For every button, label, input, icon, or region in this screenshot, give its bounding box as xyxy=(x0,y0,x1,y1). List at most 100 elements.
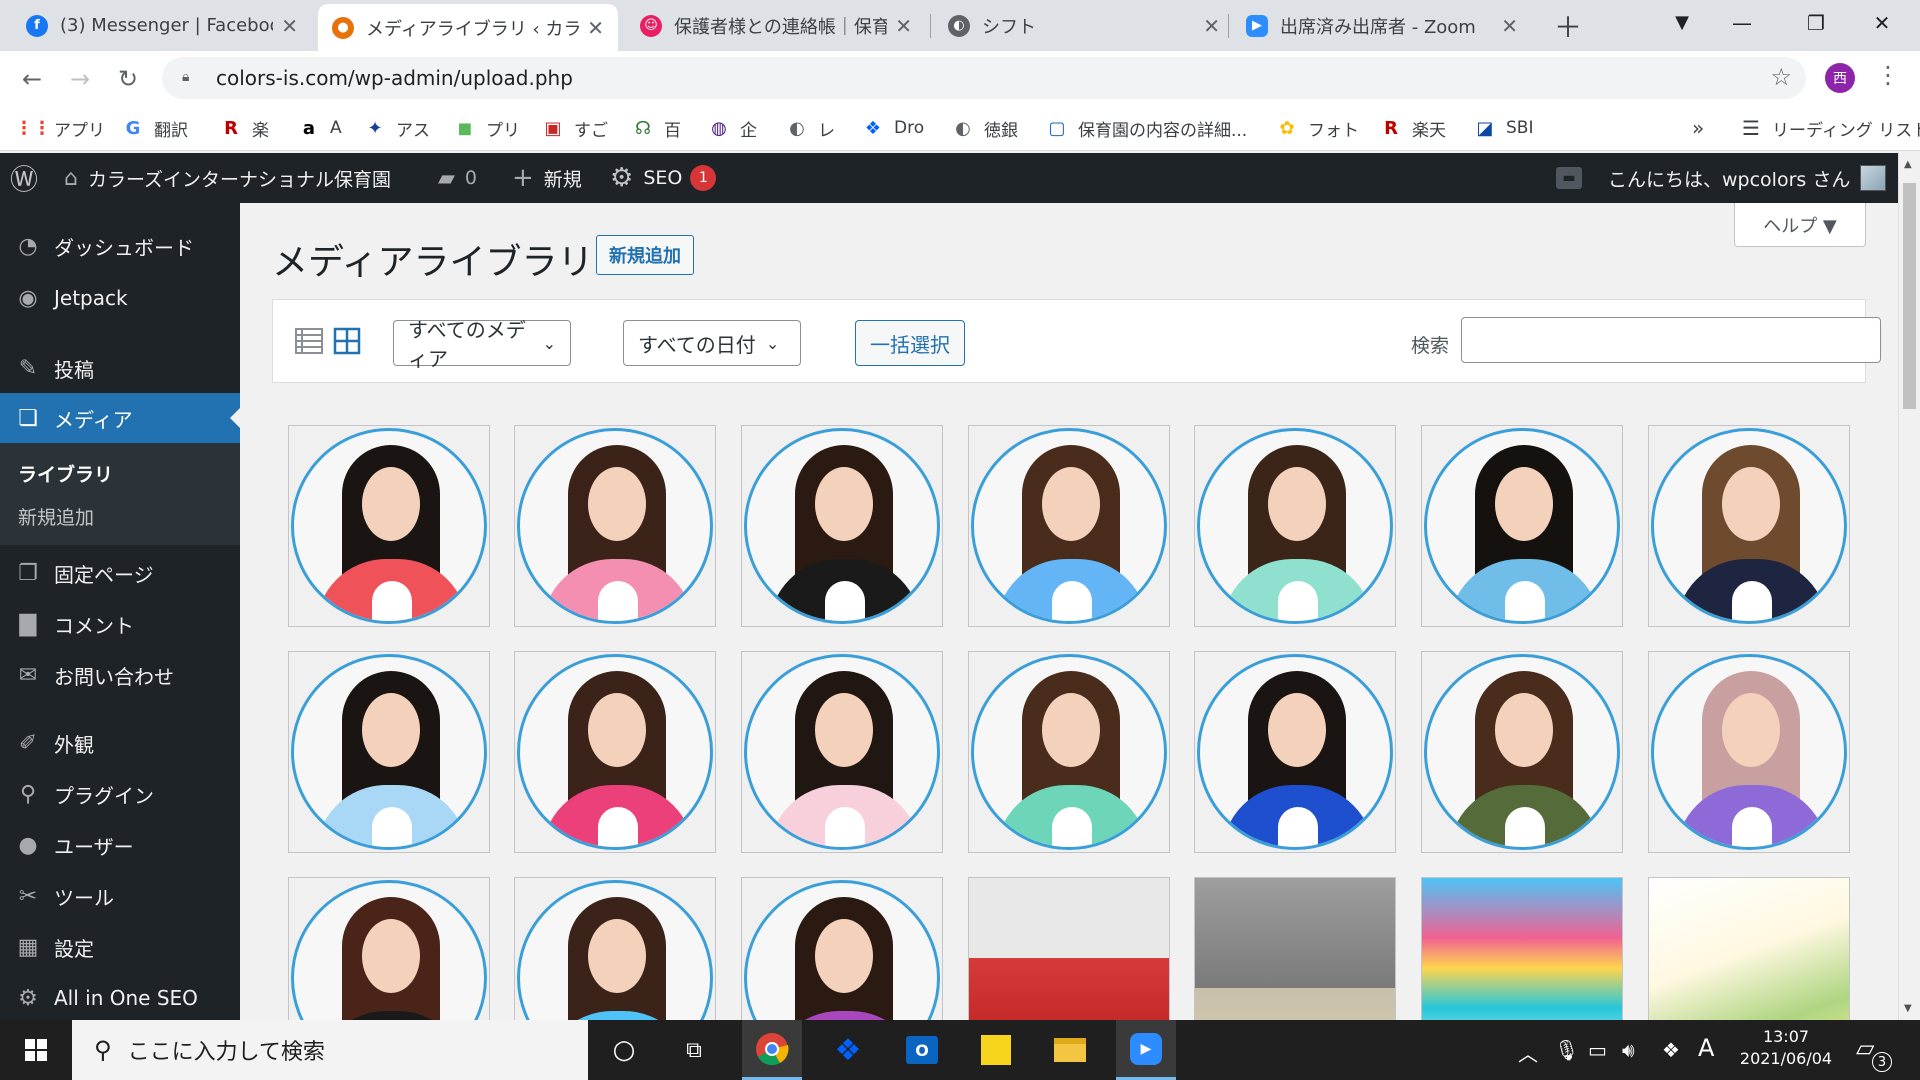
comments-link[interactable]: ▰ 0 xyxy=(438,153,477,203)
bulk-select-button[interactable]: 一括選択 xyxy=(855,320,965,366)
media-thumbnail-photo[interactable] xyxy=(1421,877,1623,1020)
sidebar-item-mail[interactable]: ✉ お問い合わせ xyxy=(0,650,240,700)
media-thumbnail-portrait[interactable] xyxy=(741,425,943,627)
start-button[interactable] xyxy=(0,1020,72,1080)
tab-media-library[interactable]: ● メディアライブラリ ‹ カラーズインタ ✕ xyxy=(318,4,618,51)
media-thumbnail-portrait[interactable] xyxy=(1648,651,1850,853)
task-view-button[interactable]: ⧉ xyxy=(664,1020,724,1080)
bookmark-item[interactable]: ❖ Dro xyxy=(862,113,924,143)
media-thumbnail-portrait[interactable] xyxy=(1421,425,1623,627)
my-account-link[interactable]: こんにちは、wpcolors さん xyxy=(1608,153,1887,203)
sidebar-item-media[interactable]: ❏ メディア xyxy=(0,393,240,443)
media-thumbnail-portrait[interactable] xyxy=(288,425,490,627)
media-thumbnail-photo[interactable] xyxy=(1194,877,1396,1020)
bookmark-item[interactable]: ◼ プリ xyxy=(454,113,520,143)
volume-icon[interactable]: 🔊︎ xyxy=(1622,1038,1635,1062)
bookmarks-more-button[interactable]: » xyxy=(1692,113,1704,143)
bookmark-item[interactable]: aA xyxy=(298,113,342,143)
bookmark-item[interactable]: ▣ すご xyxy=(542,113,608,143)
battery-icon[interactable]: ▭ xyxy=(1588,1038,1607,1062)
reading-list-button[interactable]: ☰ リーディング リスト xyxy=(1740,113,1920,143)
media-search-input[interactable] xyxy=(1461,317,1881,363)
submenu-add-new[interactable]: 新規追加 xyxy=(18,503,94,530)
bookmark-item[interactable]: ◍ 企 xyxy=(708,113,757,143)
explorer-taskbar-icon[interactable] xyxy=(1040,1020,1100,1080)
bookmark-item[interactable]: ▢ 保育園の内容の詳細... xyxy=(1046,113,1247,143)
bookmark-item[interactable]: ☊ 百 xyxy=(632,113,681,143)
new-content-link[interactable]: + 新規 xyxy=(512,153,582,203)
outlook-taskbar-icon[interactable]: O xyxy=(892,1020,952,1080)
media-thumbnail-portrait[interactable] xyxy=(1194,425,1396,627)
cortana-button[interactable]: ○ xyxy=(594,1020,654,1080)
sidebar-item-pin[interactable]: ✎ 投稿 xyxy=(0,343,240,393)
new-tab-button[interactable]: ＋ xyxy=(1540,0,1590,51)
seo-menu-link[interactable]: ⚙ SEO 1 xyxy=(610,153,717,203)
system-clock[interactable]: 13:07 2021/06/04 xyxy=(1728,1026,1844,1070)
tab-zoom[interactable]: ▶ 出席済み出席者 - Zoom ✕ xyxy=(1232,0,1532,51)
site-name-link[interactable]: ⌂ カラーズインターナショナル保育園 xyxy=(64,153,391,203)
media-thumbnail-portrait[interactable] xyxy=(968,425,1170,627)
wp-logo-button[interactable]: Ⓦ xyxy=(10,153,48,203)
close-window-button[interactable]: ✕ xyxy=(1852,0,1912,45)
add-new-button[interactable]: 新規追加 xyxy=(596,235,694,275)
close-icon[interactable]: ✕ xyxy=(1203,14,1220,38)
media-thumbnail-photo[interactable] xyxy=(1648,877,1850,1020)
scroll-up-icon[interactable]: ▲ xyxy=(1904,159,1912,170)
bookmark-item[interactable]: R 楽天 xyxy=(1380,113,1446,143)
taskbar-search-box[interactable]: ⚲ ここに入力して検索 xyxy=(72,1020,588,1080)
bookmark-item[interactable]: ✦ アス xyxy=(364,113,430,143)
bookmark-item[interactable]: ✿ フォト xyxy=(1276,113,1359,143)
page-scrollbar[interactable]: ▲ ▼ xyxy=(1898,153,1920,1020)
bookmark-item[interactable]: ◐ 徳銀 xyxy=(952,113,1018,143)
sidebar-item-page[interactable]: ❐ 固定ページ xyxy=(0,548,240,598)
sidebar-item-wrench[interactable]: ✂ ツール xyxy=(0,871,240,921)
media-thumbnail-portrait[interactable] xyxy=(741,877,943,1020)
grid-view-icon[interactable] xyxy=(331,325,363,357)
sidebar-item-plugin[interactable]: ⚲ プラグイン xyxy=(0,769,240,819)
microphone-icon[interactable]: 🎙︎ xyxy=(1554,1038,1579,1062)
minimize-button[interactable]: — xyxy=(1712,0,1772,45)
media-thumbnail-photo[interactable] xyxy=(968,877,1170,1020)
restore-button[interactable]: ❐ xyxy=(1786,0,1846,45)
close-icon[interactable]: ✕ xyxy=(281,14,298,38)
media-thumbnail-portrait[interactable] xyxy=(1421,651,1623,853)
sidebar-item-user[interactable]: ● ユーザー xyxy=(0,820,240,870)
scrollbar-thumb[interactable] xyxy=(1903,183,1916,409)
date-filter[interactable]: すべての日付 ⌄ xyxy=(623,320,801,366)
submenu-library[interactable]: ライブラリ xyxy=(18,460,113,487)
bookmark-item[interactable]: ⋮⋮ アプリ xyxy=(15,113,105,143)
reload-button[interactable]: ↻ xyxy=(110,61,146,97)
forward-button[interactable]: → xyxy=(62,61,98,97)
media-type-filter[interactable]: すべてのメディア ⌄ xyxy=(393,318,571,371)
media-thumbnail-portrait[interactable] xyxy=(514,651,716,853)
media-thumbnail-portrait[interactable] xyxy=(514,425,716,627)
profile-avatar[interactable]: 西 xyxy=(1825,63,1855,93)
sidebar-item-settings[interactable]: ▦ 設定 xyxy=(0,922,240,972)
tab-messenger[interactable]: f (3) Messenger | Facebook ✕ xyxy=(12,0,312,51)
close-icon[interactable]: ✕ xyxy=(587,16,604,40)
close-icon[interactable]: ✕ xyxy=(895,14,912,38)
dropbox-tray-icon[interactable]: ❖ xyxy=(1662,1038,1680,1062)
help-tab-button[interactable]: ヘルプ ▼ xyxy=(1734,203,1866,247)
list-view-icon[interactable] xyxy=(293,325,325,357)
media-thumbnail-portrait[interactable] xyxy=(741,651,943,853)
menu-kebab-icon[interactable]: ⋮ xyxy=(1876,61,1900,89)
media-thumbnail-portrait[interactable] xyxy=(1194,651,1396,853)
scroll-down-icon[interactable]: ▼ xyxy=(1904,1003,1912,1014)
media-thumbnail-portrait[interactable] xyxy=(288,651,490,853)
sidebar-item-jetpack[interactable]: ◉ Jetpack xyxy=(0,273,240,323)
media-thumbnail-portrait[interactable] xyxy=(514,877,716,1020)
sticky-notes-taskbar-icon[interactable] xyxy=(966,1020,1026,1080)
sidebar-item-aioseo[interactable]: ⚙ All in One SEO xyxy=(0,973,240,1020)
close-icon[interactable]: ✕ xyxy=(1501,14,1518,38)
tab-parent-notebook[interactable]: ☺ 保護者様との連絡帳｜保育 ✕ xyxy=(626,0,926,51)
tab-shift[interactable]: ◐ シフト ✕ xyxy=(934,0,1234,51)
bookmark-item[interactable]: G 翻訳 xyxy=(122,113,188,143)
back-button[interactable]: ← xyxy=(14,61,50,97)
sidebar-item-dashboard[interactable]: ◔ ダッシュボード xyxy=(0,221,240,271)
bookmark-star-icon[interactable]: ☆ xyxy=(1770,63,1792,91)
media-thumbnail-portrait[interactable] xyxy=(968,651,1170,853)
zoom-taskbar-icon[interactable]: ▶ xyxy=(1116,1020,1176,1080)
dropbox-taskbar-icon[interactable]: ❖ xyxy=(818,1020,878,1080)
address-bar[interactable]: 🔒︎ colors-is.com/wp-admin/upload.php ☆ xyxy=(162,57,1806,99)
